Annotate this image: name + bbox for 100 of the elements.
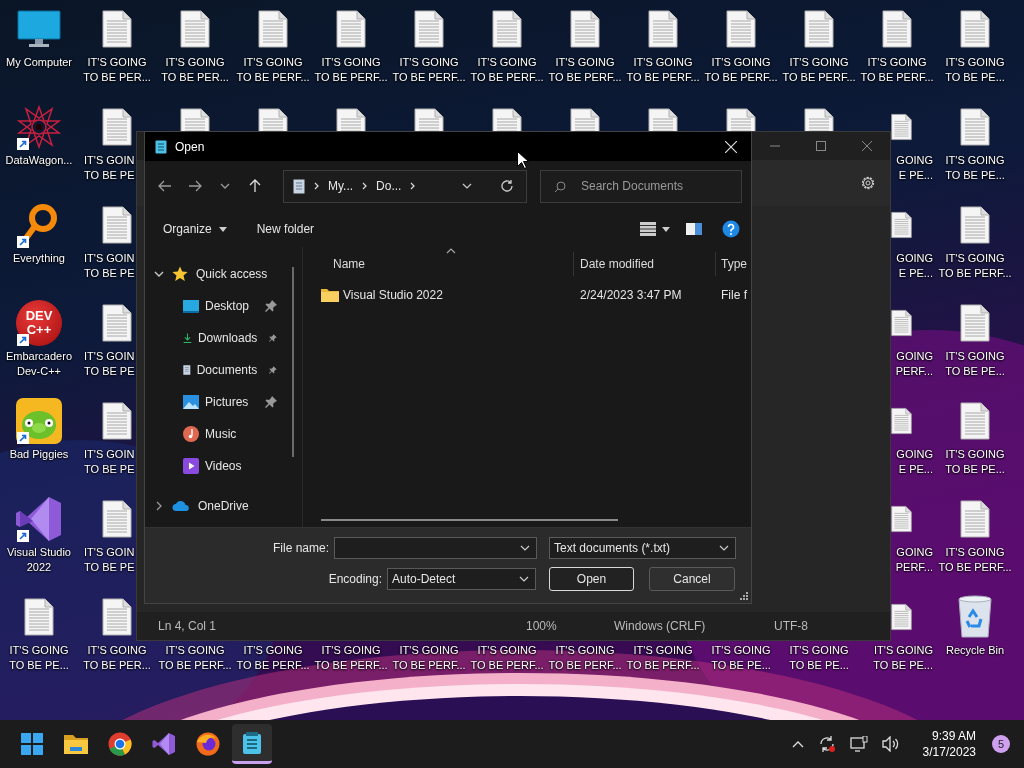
document-icon[interactable] xyxy=(960,304,990,342)
icon-label[interactable]: Visual Studio 2022 xyxy=(0,545,78,575)
document-icon[interactable] xyxy=(102,304,132,342)
document-icon[interactable] xyxy=(102,598,132,636)
document-icon[interactable] xyxy=(258,108,288,131)
clock-time[interactable]: 9:39 AM xyxy=(931,728,976,744)
nav-item[interactable]: Quick access xyxy=(145,258,291,290)
nav-item[interactable]: Music xyxy=(145,418,291,450)
nav-item[interactable]: OneDrive xyxy=(145,490,291,522)
column-header[interactable]: Date modified xyxy=(573,252,715,276)
document-icon[interactable] xyxy=(960,108,990,146)
nav-item[interactable]: Pictures xyxy=(145,386,291,418)
document-icon[interactable] xyxy=(960,10,990,48)
icon-label[interactable]: My Computer xyxy=(0,55,78,70)
icon-label[interactable]: IT'S GOING TO BE PE... xyxy=(936,447,1014,477)
pin-icon[interactable] xyxy=(269,332,277,344)
organize-button[interactable]: Organize xyxy=(153,218,237,240)
address-bar[interactable]: My... Do... xyxy=(283,169,527,203)
icon-label[interactable]: GOING E PE... xyxy=(896,251,933,281)
icon-label[interactable]: IT'S GOING TO BE PERF... xyxy=(234,55,312,85)
new-folder-button[interactable]: New folder xyxy=(246,218,325,240)
nav-item[interactable]: Videos xyxy=(145,450,291,482)
refresh-icon[interactable] xyxy=(500,179,514,193)
nav-item[interactable]: Desktop xyxy=(145,290,291,322)
back-arrow-icon[interactable] xyxy=(158,180,172,192)
icon-label[interactable]: GOING PERF... xyxy=(895,349,933,379)
scrollbar-thumb[interactable] xyxy=(292,267,294,457)
maximize-icon[interactable] xyxy=(816,141,826,151)
document-icon[interactable] xyxy=(726,108,756,131)
chevron-icon[interactable] xyxy=(154,501,164,511)
chevron-down-icon[interactable] xyxy=(220,183,230,189)
document-icon[interactable] xyxy=(102,402,132,440)
icon-label[interactable]: IT'S GOING TO BE PERF... xyxy=(780,55,858,85)
icon-label[interactable]: IT'S GOING TO BE PE... xyxy=(702,643,780,673)
document-icon[interactable] xyxy=(804,108,834,131)
pin-icon[interactable] xyxy=(265,300,277,312)
icon-label[interactable]: IT'S GOING TO BE PERF... xyxy=(624,643,702,673)
open-button[interactable]: Open xyxy=(549,567,634,591)
chevron-down-icon[interactable] xyxy=(519,576,529,582)
document-icon[interactable] xyxy=(336,10,366,48)
notification-badge[interactable]: 5 xyxy=(992,735,1010,753)
document-icon[interactable] xyxy=(258,10,288,48)
column-header[interactable]: Name xyxy=(303,252,573,276)
document-icon[interactable] xyxy=(180,108,210,131)
speaker-icon[interactable] xyxy=(881,736,900,752)
pig-icon[interactable] xyxy=(15,397,63,445)
icon-label[interactable]: IT'S GOING TO BE PERF... xyxy=(546,643,624,673)
icon-label[interactable]: IT'S GOING TO BE PE... xyxy=(873,643,933,673)
icon-label[interactable]: IT'S GOIN TO BE PE xyxy=(84,153,135,183)
document-icon[interactable] xyxy=(804,10,834,48)
document-icon[interactable] xyxy=(336,108,366,131)
document-icon[interactable] xyxy=(570,10,600,48)
document-icon[interactable] xyxy=(960,402,990,440)
icon-label[interactable]: IT'S GOING TO BE PE... xyxy=(936,55,1014,85)
icon-label[interactable]: IT'S GOING TO BE PERF... xyxy=(936,545,1014,575)
cancel-button[interactable]: Cancel xyxy=(649,567,735,591)
column-header[interactable]: Type xyxy=(715,252,751,276)
icon-label[interactable]: IT'S GOING TO BE PE... xyxy=(780,643,858,673)
icon-label[interactable]: IT'S GOING TO BE PERF... xyxy=(546,55,624,85)
document-icon[interactable] xyxy=(648,108,678,131)
up-arrow-icon[interactable] xyxy=(249,179,261,193)
document-icon[interactable] xyxy=(726,10,756,48)
nav-item[interactable]: Documents xyxy=(145,354,291,386)
icon-label[interactable]: IT'S GOING TO BE PERF... xyxy=(468,55,546,85)
taskbar-button[interactable] xyxy=(232,724,272,764)
document-icon[interactable] xyxy=(102,206,132,244)
breadcrumb-item[interactable]: My... xyxy=(328,179,354,193)
icon-label[interactable]: GOING E PE... xyxy=(896,447,933,477)
icon-label[interactable]: IT'S GOING TO BE PERF... xyxy=(234,643,312,673)
icon-label[interactable]: IT'S GOIN TO BE PE xyxy=(84,251,135,281)
document-icon[interactable] xyxy=(648,10,678,48)
document-icon[interactable] xyxy=(570,108,600,131)
icon-label[interactable]: Bad Piggies xyxy=(0,447,78,462)
icon-label[interactable]: IT'S GOING TO BE PE... xyxy=(936,153,1014,183)
icon-label[interactable]: IT'S GOING TO BE PERF... xyxy=(624,55,702,85)
icon-label[interactable]: IT'S GOIN TO BE PE xyxy=(84,349,135,379)
icon-label[interactable]: IT'S GOIN TO BE PE xyxy=(84,447,135,477)
caret-icon[interactable] xyxy=(218,226,227,232)
monitor-icon[interactable] xyxy=(17,10,61,48)
clock-date[interactable]: 3/17/2023 xyxy=(922,744,976,760)
document-icon[interactable] xyxy=(492,108,522,131)
nav-item[interactable]: Downloads xyxy=(145,322,291,354)
document-icon[interactable] xyxy=(102,108,132,146)
icon-label[interactable]: IT'S GOING TO BE PER... xyxy=(78,55,156,85)
chevron-up-icon[interactable] xyxy=(791,740,804,748)
icon-label[interactable]: IT'S GOING TO BE PERF... xyxy=(312,643,390,673)
icon-label[interactable]: Everything xyxy=(0,251,78,266)
icon-label[interactable]: IT'S GOING TO BE PERF... xyxy=(390,55,468,85)
breadcrumb-item[interactable]: Do... xyxy=(376,179,402,193)
icon-label[interactable]: IT'S GOING TO BE PE... xyxy=(936,349,1014,379)
document-icon[interactable] xyxy=(414,108,444,131)
document-icon[interactable] xyxy=(180,10,210,48)
pin-icon[interactable] xyxy=(269,364,277,376)
resize-grip-icon[interactable] xyxy=(740,592,748,600)
icon-label[interactable]: IT'S GOIN TO BE PE xyxy=(84,545,135,575)
sync-icon[interactable] xyxy=(817,735,836,753)
document-icon[interactable] xyxy=(960,500,990,538)
icon-label[interactable]: IT'S GOING TO BE PER... xyxy=(78,643,156,673)
document-icon[interactable] xyxy=(960,206,990,244)
document-icon[interactable] xyxy=(414,10,444,48)
